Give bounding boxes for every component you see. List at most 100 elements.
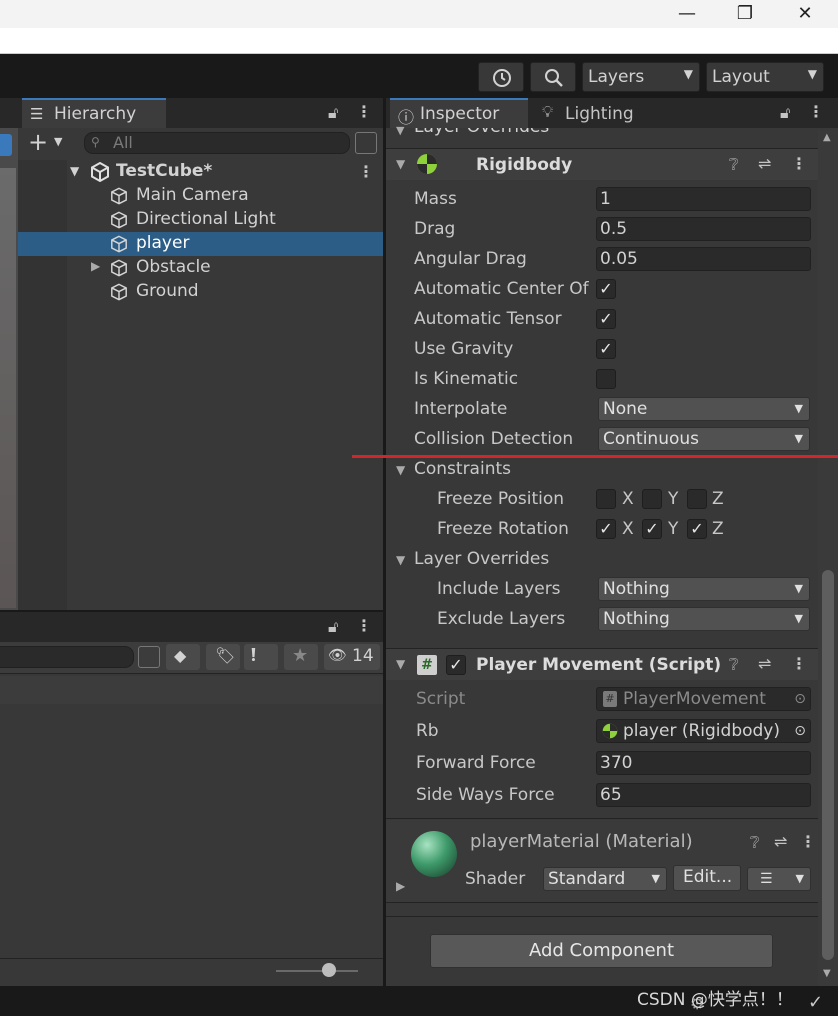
csdn-watermark: CSDN @快学点！！ [637,990,793,1010]
use-gravity-checkbox[interactable]: ✓ [596,339,616,359]
use-gravity-label: Use Gravity [414,339,514,359]
check-icon[interactable]: ✓ [808,992,823,1013]
interpolate-dropdown[interactable]: None ▼ [598,397,810,421]
search-icon: ⚲ [91,135,100,149]
minimize-button[interactable]: — [664,0,710,28]
more-menu-icon[interactable]: ⋮ [791,154,807,173]
presets-icon[interactable]: ⇌ [758,154,771,173]
freeze-position-label: Freeze Position [437,489,565,509]
exclude-layers-dropdown[interactable]: Nothing ▼ [598,607,810,631]
layer-overrides-foldout[interactable]: Layer Overrides [414,549,549,569]
search-mode-icon[interactable] [138,646,160,668]
foldout-arrow-icon[interactable]: ▶ [396,879,405,893]
expand-arrow-icon[interactable]: ▶ [91,259,100,273]
foldout-arrow-icon[interactable]: ▼ [396,463,405,477]
hierarchy-item[interactable]: Directional Light [18,208,383,232]
freeze-rotation-x-checkbox[interactable]: ✓ [596,519,616,539]
eye-slash-icon: 👁︎ [328,646,348,664]
script-object-field: # PlayerMovement ⊙ [596,687,811,711]
freeze-position-x-checkbox[interactable] [596,489,616,509]
create-button[interactable]: + ▼ [24,128,72,156]
help-icon[interactable]: ❔︎ [750,833,760,853]
search-button[interactable] [530,62,576,92]
list-icon: ☰ [30,105,44,123]
hierarchy-item[interactable]: player [18,232,383,256]
hidden-count: 14 [352,646,374,666]
y-label: Y [668,489,679,509]
is-kinematic-checkbox[interactable] [596,369,616,389]
mass-field[interactable]: 1 [596,187,811,211]
lock-icon[interactable]: 🔓︎ [328,617,338,637]
presets-icon[interactable]: ⇌ [758,654,771,673]
freeze-position-z-checkbox[interactable] [687,489,707,509]
close-button[interactable]: ✕ [782,0,828,28]
more-menu-icon[interactable]: ⋮ [800,832,816,851]
automatic-tensor-checkbox[interactable]: ✓ [596,309,616,329]
history-button[interactable] [478,62,524,92]
restore-button[interactable]: ❐ [722,0,768,28]
help-icon[interactable]: ❔︎ [729,655,739,675]
lock-icon[interactable]: 🔓︎ [780,103,790,123]
constraints-foldout[interactable]: Constraints [414,459,511,479]
tab-inspector[interactable]: ⓘ Inspector [390,98,528,128]
angular-drag-field[interactable]: 0.05 [596,247,811,271]
hierarchy-item[interactable]: Ground [18,280,383,304]
hierarchy-search-input[interactable]: ⚲ All [84,132,350,154]
lock-icon[interactable]: 🔓︎ [328,103,338,123]
filter-by-type-button[interactable]: ◆ [166,644,200,670]
hierarchy-item[interactable]: Main Camera [18,184,383,208]
more-menu-icon[interactable]: ⋮ [358,162,374,181]
window-titlebar [0,0,838,28]
object-picker-icon: ⊙ [794,691,806,707]
player-movement-header[interactable]: ▼ # ✓ Player Movement (Script) ❔︎ ⇌ ⋮ [386,648,818,680]
tab-lighting[interactable]: 💡︎ Lighting [540,98,660,128]
scroll-up-icon[interactable]: ▲ [823,132,831,143]
script-enabled-checkbox[interactable]: ✓ [446,655,466,675]
side-ways-force-label: Side Ways Force [416,785,555,805]
shader-dropdown[interactable]: Standard ▼ [543,867,667,891]
x-label: X [622,519,634,539]
project-search-input[interactable] [0,646,134,668]
filter-by-label-button[interactable]: 🏷︎ [206,644,240,670]
help-icon[interactable]: ❔︎ [729,155,739,175]
hierarchy-item[interactable]: ▶ Obstacle [18,256,383,280]
automatic-center-of-mass-checkbox[interactable]: ✓ [596,279,616,299]
more-menu-icon[interactable]: ⋮ [791,654,807,673]
add-component-button[interactable]: Add Component [430,934,773,968]
scroll-down-icon[interactable]: ▼ [823,968,831,979]
include-layers-dropdown[interactable]: Nothing ▼ [598,577,810,601]
presets-icon[interactable]: ⇌ [774,832,787,851]
more-menu-icon[interactable]: ⋮ [808,102,824,121]
foldout-arrow-icon[interactable]: ▼ [396,553,405,567]
scene-gizmo-button[interactable] [0,134,12,156]
hidden-packages-toggle[interactable]: 👁︎ 14 [324,644,380,670]
object-picker-icon[interactable]: ⊙ [794,720,806,742]
shader-edit-button[interactable]: Edit... [673,865,741,891]
tab-hierarchy[interactable]: ☰ Hierarchy [22,98,166,128]
freeze-rotation-y-checkbox[interactable]: ✓ [642,519,662,539]
scrollbar-thumb[interactable] [822,570,834,960]
more-menu-icon[interactable]: ⋮ [356,102,372,121]
favorites-button[interactable]: ★ [284,644,318,670]
scene-view-edge[interactable] [0,98,18,610]
shapes-icon: ◆ [174,646,187,665]
rb-object-field[interactable]: player (Rigidbody) ⊙ [596,719,811,743]
collision-detection-dropdown[interactable]: Continuous ▼ [598,427,810,451]
scene-root-row[interactable]: ▼ TestCube* ⋮ [18,160,383,184]
side-ways-force-field[interactable]: 65 [596,783,811,807]
layout-dropdown[interactable]: Layout ▼ [706,62,824,92]
icon-size-slider[interactable] [276,970,358,972]
automatic-tensor-label: Automatic Tensor [414,309,562,329]
shader-options-button[interactable]: ☰ ▼ [747,867,811,891]
more-menu-icon[interactable]: ⋮ [356,616,372,635]
search-placeholder: All [113,133,133,152]
warnings-button[interactable]: ❗︎ [244,644,278,670]
drag-field[interactable]: 0.5 [596,217,811,241]
forward-force-field[interactable]: 370 [596,751,811,775]
freeze-rotation-z-checkbox[interactable]: ✓ [687,519,707,539]
forward-force-label: Forward Force [416,753,536,773]
freeze-position-y-checkbox[interactable] [642,489,662,509]
rigidbody-header[interactable]: ▼ Rigidbody ❔︎ ⇌ ⋮ [386,148,818,180]
search-mode-icon[interactable] [355,132,377,154]
layers-dropdown[interactable]: Layers ▼ [582,62,700,92]
